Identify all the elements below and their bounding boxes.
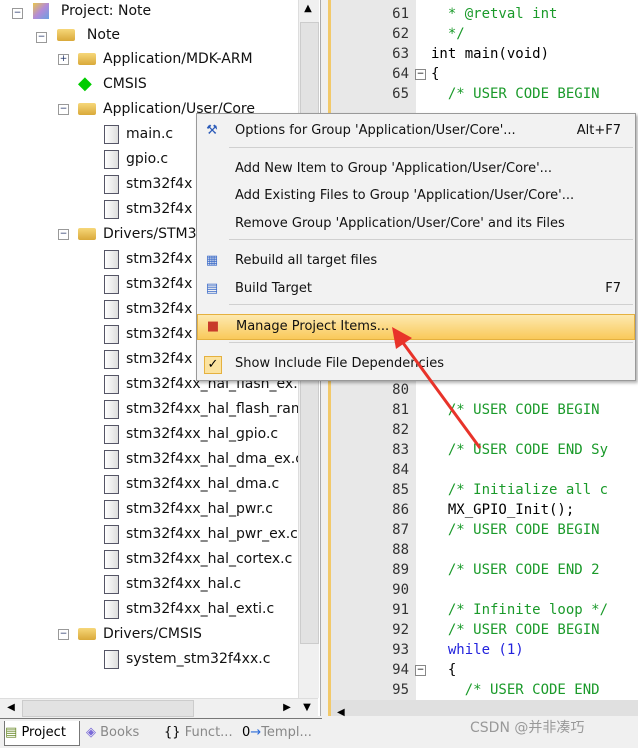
watermark: CSDN @并非凑巧	[470, 720, 585, 736]
annotation-arrow	[392, 327, 482, 449]
